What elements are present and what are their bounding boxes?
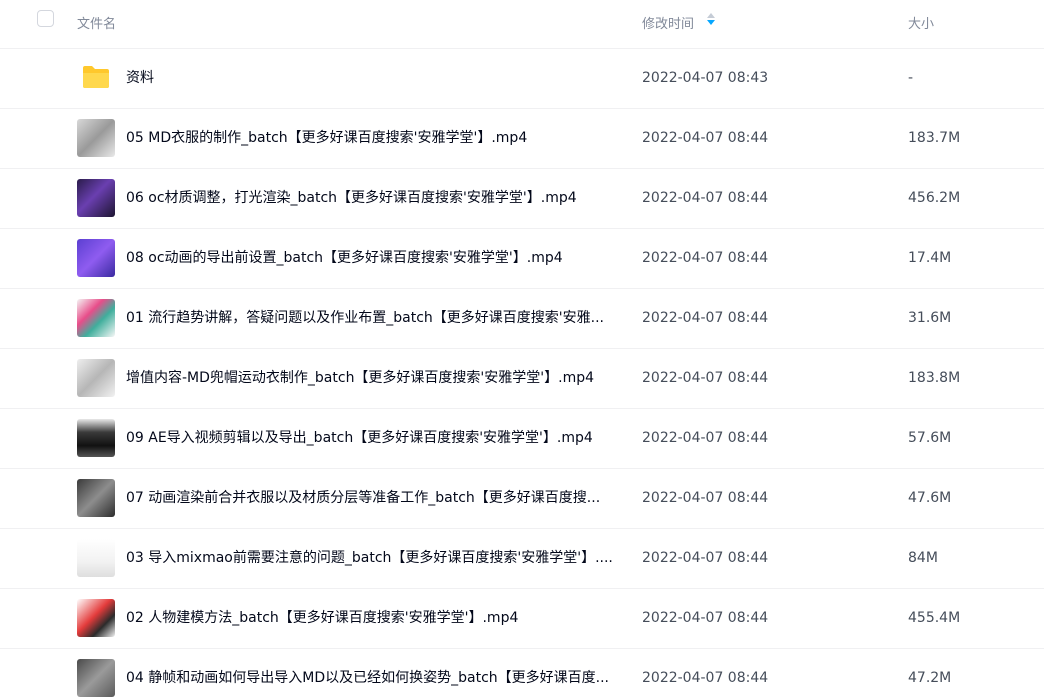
file-modified-time: 2022-04-07 08:44 [642, 430, 769, 446]
file-size: 456.2M [908, 190, 961, 206]
file-name[interactable]: 增值内容-MD兜帽运动衣制作_batch【更多好课百度搜索'安雅学堂'】.mp4 [126, 369, 621, 387]
sort-icon[interactable] [706, 12, 716, 26]
column-header-size[interactable]: 大小 [908, 13, 934, 32]
file-name[interactable]: 08 oc动画的导出前设置_batch【更多好课百度搜索'安雅学堂'】.mp4 [126, 249, 621, 267]
file-name[interactable]: 资料 [126, 69, 621, 87]
file-modified-time: 2022-04-07 08:44 [642, 670, 769, 686]
file-size: 57.6M [908, 430, 952, 446]
file-row[interactable]: 05 MD衣服的制作_batch【更多好课百度搜索'安雅学堂'】.mp4 2022… [0, 109, 1044, 169]
file-modified-time: 2022-04-07 08:44 [642, 190, 769, 206]
video-thumbnail[interactable] [77, 359, 115, 397]
file-name[interactable]: 06 oc材质调整，打光渲染_batch【更多好课百度搜索'安雅学堂'】.mp4 [126, 189, 621, 207]
file-modified-time: 2022-04-07 08:44 [642, 250, 769, 266]
video-thumbnail[interactable] [77, 299, 115, 337]
file-name[interactable]: 03 导入mixmao前需要注意的问题_batch【更多好课百度搜索'安雅学堂'… [126, 549, 621, 567]
file-row[interactable]: 07 动画渲染前合并衣服以及材质分层等准备工作_batch【更多好课百度搜...… [0, 469, 1044, 529]
video-thumbnail[interactable] [77, 119, 115, 157]
file-modified-time: 2022-04-07 08:44 [642, 130, 769, 146]
file-modified-time: 2022-04-07 08:43 [642, 70, 769, 86]
folder-icon [83, 66, 109, 88]
file-modified-time: 2022-04-07 08:44 [642, 550, 769, 566]
file-row[interactable]: 04 静帧和动画如何导出导入MD以及已经如何换姿势_batch【更多好课百度..… [0, 649, 1044, 699]
file-size: 455.4M [908, 610, 961, 626]
file-row[interactable]: 02 人物建模方法_batch【更多好课百度搜索'安雅学堂'】.mp4 2022-… [0, 589, 1044, 649]
file-size: 183.8M [908, 370, 961, 386]
file-size: 31.6M [908, 310, 952, 326]
file-name[interactable]: 04 静帧和动画如何导出导入MD以及已经如何换姿势_batch【更多好课百度..… [126, 669, 621, 687]
file-list: 资料 2022-04-07 08:43 - 05 MD衣服的制作_batch【更多好课… [0, 49, 1044, 699]
file-row[interactable]: 09 AE导入视频剪辑以及导出_batch【更多好课百度搜索'安雅学堂'】.mp… [0, 409, 1044, 469]
file-modified-time: 2022-04-07 08:44 [642, 370, 769, 386]
file-row[interactable]: 增值内容-MD兜帽运动衣制作_batch【更多好课百度搜索'安雅学堂'】.mp4… [0, 349, 1044, 409]
file-size: 183.7M [908, 130, 961, 146]
file-size: 17.4M [908, 250, 952, 266]
file-name[interactable]: 01 流行趋势讲解，答疑问题以及作业布置_batch【更多好课百度搜索'安雅..… [126, 309, 621, 327]
file-size: - [908, 70, 914, 86]
file-modified-time: 2022-04-07 08:44 [642, 610, 769, 626]
video-thumbnail[interactable] [77, 599, 115, 637]
video-thumbnail[interactable] [77, 239, 115, 277]
file-size: 47.2M [908, 670, 952, 686]
file-size: 47.6M [908, 490, 952, 506]
file-name[interactable]: 07 动画渲染前合并衣服以及材质分层等准备工作_batch【更多好课百度搜... [126, 489, 621, 507]
video-thumbnail[interactable] [77, 539, 115, 577]
file-modified-time: 2022-04-07 08:44 [642, 490, 769, 506]
file-name[interactable]: 02 人物建模方法_batch【更多好课百度搜索'安雅学堂'】.mp4 [126, 609, 621, 627]
file-row[interactable]: 06 oc材质调整，打光渲染_batch【更多好课百度搜索'安雅学堂'】.mp4… [0, 169, 1044, 229]
video-thumbnail[interactable] [77, 479, 115, 517]
column-header-modified-time[interactable]: 修改时间 [642, 13, 694, 32]
file-size: 84M [908, 550, 938, 566]
file-row[interactable]: 资料 2022-04-07 08:43 - [0, 49, 1044, 109]
file-row[interactable]: 03 导入mixmao前需要注意的问题_batch【更多好课百度搜索'安雅学堂'… [0, 529, 1044, 589]
select-all-checkbox[interactable] [37, 10, 54, 27]
file-list-header: 文件名 修改时间 大小 [0, 0, 1044, 49]
file-name[interactable]: 09 AE导入视频剪辑以及导出_batch【更多好课百度搜索'安雅学堂'】.mp… [126, 429, 621, 447]
column-header-name[interactable]: 文件名 [77, 13, 116, 32]
video-thumbnail[interactable] [77, 179, 115, 217]
file-row[interactable]: 01 流行趋势讲解，答疑问题以及作业布置_batch【更多好课百度搜索'安雅..… [0, 289, 1044, 349]
video-thumbnail[interactable] [77, 419, 115, 457]
file-row[interactable]: 08 oc动画的导出前设置_batch【更多好课百度搜索'安雅学堂'】.mp4 2… [0, 229, 1044, 289]
file-modified-time: 2022-04-07 08:44 [642, 310, 769, 326]
video-thumbnail[interactable] [77, 659, 115, 697]
file-name[interactable]: 05 MD衣服的制作_batch【更多好课百度搜索'安雅学堂'】.mp4 [126, 129, 621, 147]
